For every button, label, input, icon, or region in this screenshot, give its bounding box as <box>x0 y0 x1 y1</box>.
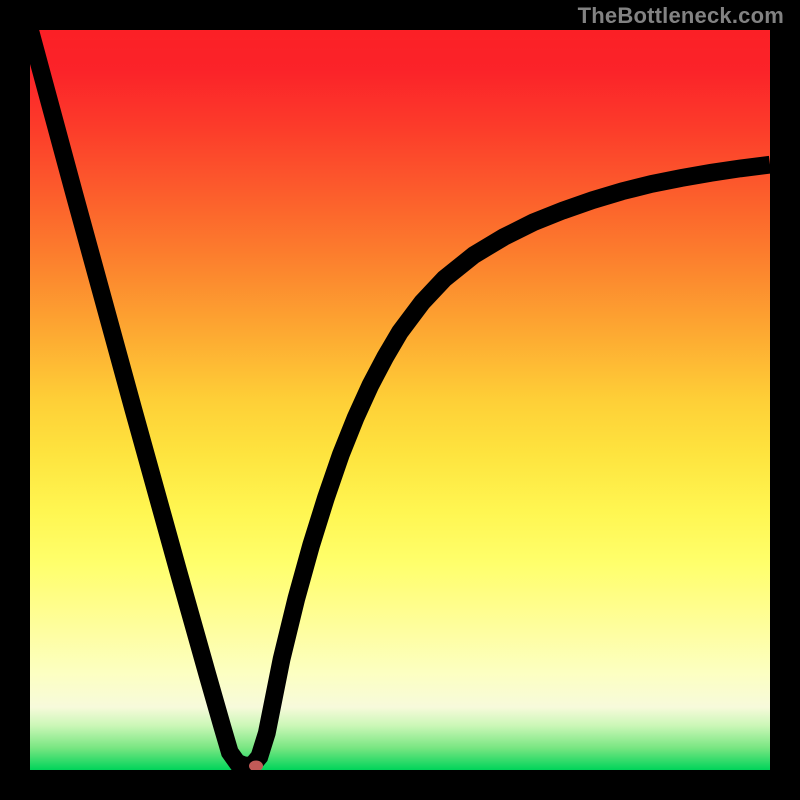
bottleneck-curve <box>30 30 770 766</box>
chart-frame: TheBottleneck.com <box>0 0 800 800</box>
watermark-text: TheBottleneck.com <box>578 3 784 29</box>
plot-area <box>30 30 770 770</box>
minimum-marker <box>249 761 263 770</box>
curve-svg <box>30 30 770 770</box>
